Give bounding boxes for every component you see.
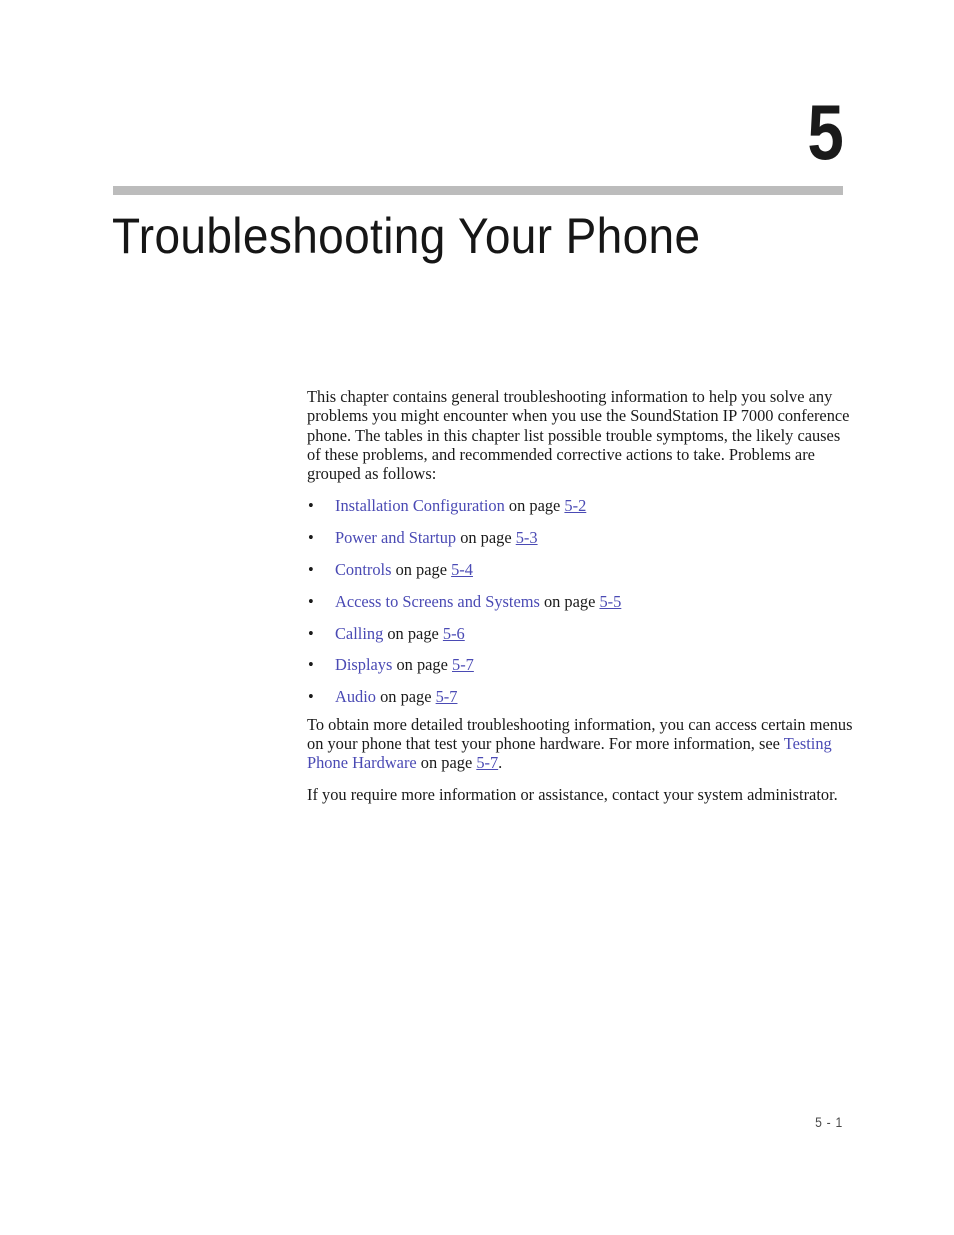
body-content: This chapter contains general troublesho… bbox=[307, 387, 855, 805]
topic-page-link[interactable]: 5-5 bbox=[599, 592, 621, 611]
topic-link[interactable]: Installation Configuration bbox=[335, 496, 505, 515]
topic-link[interactable]: Calling bbox=[335, 624, 383, 643]
topic-connector: on page bbox=[392, 655, 452, 675]
topic-page-link[interactable]: 5-7 bbox=[452, 655, 474, 674]
testing-lead-text: To obtain more detailed troubleshooting … bbox=[307, 714, 853, 753]
page-title: Troubleshooting Your Phone bbox=[112, 208, 701, 264]
assistance-paragraph: If you require more information or assis… bbox=[307, 785, 838, 805]
testing-hardware-paragraph: To obtain more detailed troubleshooting … bbox=[307, 715, 855, 773]
testing-end-punctuation: . bbox=[498, 753, 503, 773]
topic-link[interactable]: Audio bbox=[335, 687, 376, 706]
bullet-icon: • bbox=[308, 687, 314, 707]
topic-connector: on page bbox=[391, 560, 452, 580]
topic-page-link[interactable]: 5-2 bbox=[564, 496, 586, 515]
list-item: • Access to Screens and Systems on page 5… bbox=[307, 592, 855, 611]
list-item: • Audio on page 5-7 bbox=[307, 687, 855, 706]
chapter-rule-divider bbox=[113, 186, 843, 195]
document-page: 5 Troubleshooting Your Phone This chapte… bbox=[0, 0, 954, 1235]
bullet-icon: • bbox=[308, 591, 314, 611]
bullet-icon: • bbox=[308, 623, 314, 643]
bullet-icon: • bbox=[308, 655, 314, 675]
topic-connector: on page bbox=[539, 591, 600, 611]
bullet-icon: • bbox=[308, 496, 314, 516]
list-item: • Calling on page 5-6 bbox=[307, 624, 855, 643]
testing-connector: on page bbox=[416, 753, 477, 773]
topic-page-link[interactable]: 5-3 bbox=[516, 528, 538, 547]
testing-page-link[interactable]: 5-7 bbox=[476, 753, 498, 772]
topics-list: • Installation Configuration on page 5-2 … bbox=[307, 496, 855, 706]
topic-page-link[interactable]: 5-6 bbox=[443, 624, 465, 643]
topic-link[interactable]: Access to Screens and Systems bbox=[335, 592, 540, 611]
bullet-icon: • bbox=[308, 560, 314, 580]
list-item: • Displays on page 5-7 bbox=[307, 655, 855, 674]
topic-connector: on page bbox=[504, 496, 565, 516]
list-item: • Controls on page 5-4 bbox=[307, 560, 855, 579]
list-item: • Installation Configuration on page 5-2 bbox=[307, 496, 855, 515]
intro-paragraph: This chapter contains general troublesho… bbox=[307, 387, 850, 484]
topic-connector: on page bbox=[456, 528, 516, 548]
bullet-icon: • bbox=[308, 528, 314, 548]
topic-connector: on page bbox=[383, 623, 443, 643]
topic-link[interactable]: Controls bbox=[335, 560, 391, 579]
topic-link[interactable]: Displays bbox=[335, 655, 392, 674]
topic-connector: on page bbox=[375, 687, 436, 707]
topic-page-link[interactable]: 5-7 bbox=[436, 687, 458, 706]
page-folio: 5 - 1 bbox=[815, 1115, 843, 1130]
topic-link[interactable]: Power and Startup bbox=[335, 528, 456, 547]
topic-page-link[interactable]: 5-4 bbox=[451, 560, 473, 579]
list-item: • Power and Startup on page 5-3 bbox=[307, 528, 855, 547]
chapter-number: 5 bbox=[807, 88, 843, 176]
